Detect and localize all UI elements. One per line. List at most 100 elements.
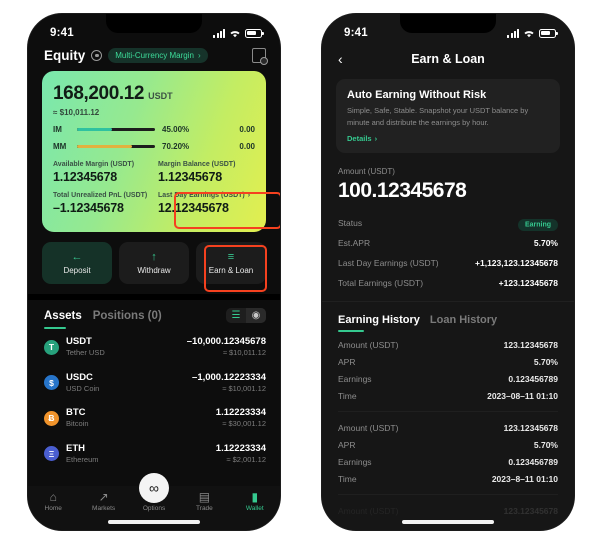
- back-chevron-icon[interactable]: ‹: [338, 51, 343, 67]
- list-view-icon[interactable]: ☰: [226, 308, 246, 323]
- navigation-bar: ‹ Earn & Loan: [322, 44, 574, 70]
- row-key: Time: [338, 390, 357, 401]
- last-day-earnings-label[interactable]: Last Day Earnings (USDT) ›: [158, 192, 255, 199]
- tab-markets[interactable]: ↗ Markets: [78, 491, 128, 512]
- list-item[interactable]: $ USDC USD Coin –1,000.12223334 ≈ $10,00…: [28, 365, 280, 401]
- im-progress-track: [77, 127, 155, 132]
- promo-details-label: Details: [347, 134, 372, 144]
- deposit-button[interactable]: ← Deposit: [42, 242, 112, 284]
- view-toggle: ☰ ◉: [226, 308, 266, 323]
- mm-margin-row: MM 70.20% 0.00: [53, 142, 255, 151]
- status-badge: Earning: [517, 218, 558, 231]
- earn-loan-button[interactable]: ≡ Earn & Loan: [196, 242, 266, 284]
- tab-home[interactable]: ⌂ Home: [28, 491, 78, 512]
- status-time: 9:41: [50, 27, 74, 39]
- asset-amount: –10,000.12345678: [186, 336, 266, 348]
- last-day-earnings-label: Last Day Earnings (USDT): [338, 258, 439, 269]
- promo-card: Auto Earning Without Risk Simple, Safe, …: [336, 79, 560, 154]
- table-row: Earnings 0.123456789: [322, 453, 574, 470]
- status-row: Status Earning: [322, 213, 574, 233]
- available-margin-value: 1.12345678: [53, 170, 118, 184]
- asset-name: USD Coin: [66, 383, 100, 393]
- asset-usd: ≈ $10,011.12: [222, 348, 266, 358]
- promo-title: Auto Earning Without Risk: [347, 89, 487, 101]
- status-time: 9:41: [344, 27, 368, 39]
- last-day-earnings-value: 12.12345678: [158, 201, 229, 215]
- order-history-icon[interactable]: [252, 48, 268, 65]
- account-mode-label: Multi-Currency Margin: [115, 51, 194, 60]
- asset-usd: ≈ $10,001.12: [222, 383, 266, 393]
- wallet-icon: ▮: [251, 490, 259, 504]
- table-row: APR 5.70%: [322, 436, 574, 453]
- assets-list: T USDT Tether USD –10,000.12345678 ≈ $10…: [28, 329, 280, 472]
- im-percent: 45.00%: [162, 125, 190, 134]
- eth-coin-icon: Ξ: [44, 446, 59, 462]
- im-margin-row: IM 45.00% 0.00: [53, 125, 255, 134]
- list-item[interactable]: T USDT Tether USD –10,000.12345678 ≈ $10…: [28, 329, 280, 365]
- assets-tabbar: Assets Positions (0) ☰ ◉: [28, 300, 280, 323]
- equity-stats-grid: Available Margin (USDT) Margin Balance (…: [53, 161, 255, 221]
- equity-card: 168,200.12 USDT ≈ $10,011.12 IM 45.00% 0.…: [42, 71, 266, 232]
- mm-label: MM: [53, 142, 67, 151]
- equity-approx-usd: ≈ $10,011.12: [53, 108, 100, 117]
- options-fab-button[interactable]: ∞: [139, 473, 169, 503]
- asset-amount: 1.12223334: [215, 443, 266, 455]
- tab-wallet-label: Wallet: [245, 505, 264, 512]
- quick-actions: ← Deposit ↑ Withdraw ≡ Earn & Loan: [42, 242, 266, 284]
- list-item[interactable]: Ƀ BTC Bitcoin 1.12223334 ≈ $30,001.12: [28, 400, 280, 436]
- row-key: Amount (USDT): [338, 339, 399, 350]
- left-phone-mockup: 9:41 Equity Multi-Currency Margin › 168,…: [28, 14, 280, 530]
- right-phone-mockup: 9:41 ‹ Earn & Loan Auto Earning Without …: [322, 14, 574, 530]
- tab-earning-history[interactable]: Earning History: [338, 314, 420, 326]
- asset-usd: ≈ $2,001.12: [226, 454, 266, 464]
- list-item[interactable]: Ξ ETH Ethereum 1.12223334 ≈ $2,001.12: [28, 436, 280, 472]
- row-key: Earnings: [338, 456, 372, 467]
- asset-symbol: USDT: [66, 336, 92, 348]
- asset-symbol: BTC: [66, 407, 86, 419]
- available-margin-label: Available Margin (USDT): [53, 161, 135, 168]
- promo-details-link[interactable]: Details ›: [347, 134, 549, 143]
- deposit-label: Deposit: [63, 265, 91, 275]
- asset-symbol: USDC: [66, 371, 93, 383]
- tab-trade[interactable]: ▤ Trade: [179, 491, 229, 512]
- deposit-icon: ←: [71, 250, 83, 263]
- margin-balance-value: 1.12345678: [158, 170, 223, 184]
- row-key: Time: [338, 473, 357, 484]
- account-mode-selector[interactable]: Multi-Currency Margin ›: [108, 48, 208, 63]
- history-separator: [338, 494, 558, 496]
- tab-assets[interactable]: Assets: [44, 310, 82, 322]
- tab-loan-history[interactable]: Loan History: [430, 314, 497, 326]
- row-key: Amount (USDT): [338, 422, 399, 433]
- history-entry: Amount (USDT) 123.12345678 APR 5.70% Earni…: [322, 336, 574, 404]
- margin-balance-label: Margin Balance (USDT): [158, 161, 236, 168]
- unrealized-pnl-label: Total Unrealized PnL (USDT): [53, 192, 148, 199]
- table-row: Amount (USDT) 123.12345678: [322, 419, 574, 436]
- total-earnings-row: Total Earnings (USDT) +123.12345678: [322, 273, 574, 293]
- table-row: APR 5.70%: [322, 353, 574, 370]
- row-key: Earnings: [338, 373, 372, 384]
- table-row: Time 2023–8–11 01:10: [322, 470, 574, 487]
- tab-positions[interactable]: Positions (0): [93, 310, 162, 322]
- tab-wallet[interactable]: ▮ Wallet: [230, 491, 280, 512]
- table-row: Earnings 0.123456789: [322, 370, 574, 387]
- left-notch: [106, 14, 202, 33]
- earn-loan-icon: ≡: [227, 250, 235, 263]
- asset-symbol: ETH: [66, 443, 85, 455]
- page-title: Equity: [44, 48, 86, 63]
- withdraw-button[interactable]: ↑ Withdraw: [119, 242, 189, 284]
- home-icon: ⌂: [49, 490, 57, 504]
- est-apr-label: Est.APR: [338, 238, 371, 249]
- row-value: 5.70%: [533, 356, 558, 367]
- asset-name: Bitcoin: [66, 419, 89, 429]
- row-key: APR: [338, 439, 356, 450]
- home-indicator: [402, 520, 494, 524]
- pie-chart-view-icon[interactable]: ◉: [246, 308, 266, 323]
- total-earnings-label: Total Earnings (USDT): [338, 278, 424, 289]
- history-entry: Amount (USDT) 123.12345678 APR 5.70% Earni…: [322, 419, 574, 487]
- total-earnings-value: +123.12345678: [498, 278, 558, 289]
- eye-icon[interactable]: [91, 50, 103, 61]
- table-row: Time 2023–08–11 01:10: [322, 387, 574, 404]
- amount-value: 100.12345678: [338, 179, 467, 203]
- history-tabbar: Earning History Loan History: [322, 301, 574, 326]
- asset-usd: ≈ $30,001.12: [222, 419, 266, 429]
